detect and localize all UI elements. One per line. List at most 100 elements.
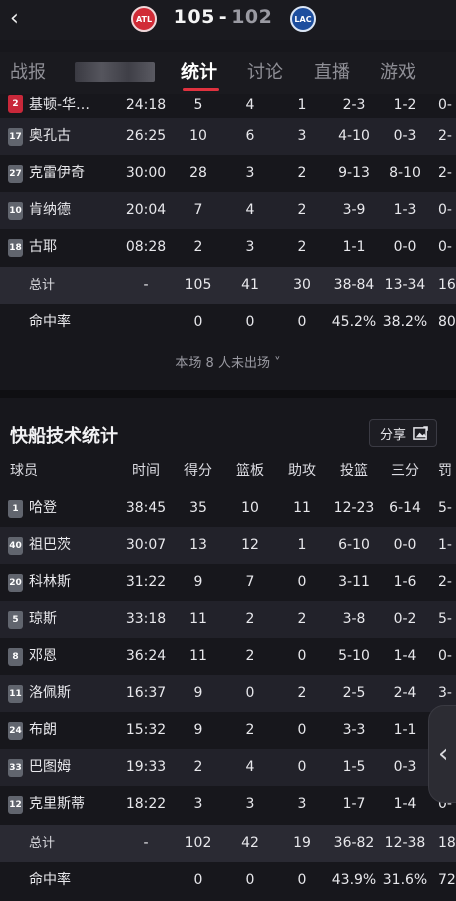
jersey-number: 17 xyxy=(8,128,23,146)
rebounds: 7 xyxy=(245,574,255,590)
player-name: 巴图姆 xyxy=(29,759,71,775)
tab-live[interactable]: 直播 xyxy=(314,58,350,84)
chevron-left-icon: ‹ xyxy=(438,739,449,769)
home-team-logo-text: ATL xyxy=(135,14,153,24)
jersey-number: 24 xyxy=(8,722,23,740)
rebounds: 41 xyxy=(241,277,259,293)
jersey-number: 12 xyxy=(8,796,23,814)
game-score: 105-102 xyxy=(168,6,278,28)
points: 2 xyxy=(193,759,203,775)
rebounds: 42 xyxy=(241,835,259,851)
home-team-logo[interactable]: ATL xyxy=(131,6,157,32)
col-three-pointers[interactable]: 三分 xyxy=(374,453,436,489)
rebounds: 2 xyxy=(245,722,255,738)
percentage-row: 命中率 0 0 0 43.9% 31.6% 72 xyxy=(0,862,456,899)
points: 9 xyxy=(193,685,203,701)
three-pointers: 1-4 xyxy=(393,796,417,812)
rebounds: 4 xyxy=(245,202,255,218)
table-row[interactable]: 40 祖巴茨 30:07 13 12 1 6-10 0-0 1- xyxy=(0,527,456,564)
tab-stats[interactable]: 统计 xyxy=(181,58,217,84)
free-throws: 5- xyxy=(438,500,452,516)
three-pointers: 0-3 xyxy=(393,759,417,775)
percentage-label: 命中率 xyxy=(29,872,71,888)
totals-row: 总计 - 105 41 30 38-84 13-34 16- xyxy=(0,267,456,304)
table-row[interactable]: 8 邓恩 36:24 11 2 0 5-10 1-4 0- xyxy=(0,638,456,675)
home-score: 105 xyxy=(173,6,215,28)
rebounds: 12 xyxy=(241,537,259,553)
three-pointers: 1-4 xyxy=(393,648,417,664)
totals-row: 总计 - 102 42 19 36-82 12-38 18- xyxy=(0,825,456,862)
totals-label: 总计 xyxy=(29,836,56,851)
side-drawer-handle[interactable]: ‹ xyxy=(428,705,456,803)
tab-report[interactable]: 战报 xyxy=(10,58,46,84)
free-throws: 1- xyxy=(438,537,452,553)
three-pointers: 6-14 xyxy=(389,500,421,516)
table-row[interactable]: 24 布朗 15:32 9 2 0 3-3 1-1 2- xyxy=(0,712,456,749)
percentage-label: 命中率 xyxy=(29,314,71,330)
points: 13 xyxy=(189,537,207,553)
table-row[interactable]: 20 科林斯 31:22 9 7 0 3-11 1-6 2- xyxy=(0,564,456,601)
three-pointers: 1-3 xyxy=(393,202,417,218)
back-chevron-icon[interactable]: ‹ xyxy=(10,6,32,32)
table-row[interactable]: 10 肯纳德 20:04 7 4 2 3-9 1-3 0- xyxy=(0,192,456,229)
free-throw-pct: 80 xyxy=(438,314,456,330)
free-throws: 2- xyxy=(438,128,452,144)
col-player: 球员 xyxy=(10,463,38,479)
free-throws: 0- xyxy=(438,239,452,255)
player-name: 琼斯 xyxy=(29,611,57,627)
rebounds: 2 xyxy=(245,648,255,664)
player-name: 洛佩斯 xyxy=(29,685,71,701)
table-row[interactable]: 12 克里斯蒂 18:22 3 3 3 1-7 1-4 0- xyxy=(0,786,456,823)
three-pointers: 12-38 xyxy=(384,835,426,851)
free-throws: 16- xyxy=(438,277,456,293)
rebounds: 3 xyxy=(245,796,255,812)
table-row[interactable]: 11 洛佩斯 16:37 9 0 2 2-5 2-4 3- xyxy=(0,675,456,712)
three-pointers: 0-2 xyxy=(393,611,417,627)
table-row[interactable]: 2 基顿-华… 24:18 5 4 1 2-3 1-2 0- xyxy=(0,95,456,117)
free-throws: 18- xyxy=(438,835,456,851)
table-row[interactable]: 18 古耶 08:28 2 3 2 1-1 0-0 0- xyxy=(0,229,456,266)
points: 0 xyxy=(193,872,203,888)
percentage-row: 命中率 0 0 0 45.2% 38.2% 80 xyxy=(0,304,456,341)
free-throws: 5- xyxy=(438,611,452,627)
table-row[interactable]: 27 克雷伊奇 30:00 28 3 2 9-13 8-10 2- xyxy=(0,155,456,192)
blurred-tab[interactable] xyxy=(75,62,155,82)
col-points[interactable]: 得分 xyxy=(168,453,228,489)
points: 0 xyxy=(193,314,203,330)
top-bar: ‹ ATL 105-102 LAC xyxy=(0,0,456,40)
totals-label: 总计 xyxy=(29,278,56,293)
player-name: 祖巴茨 xyxy=(29,537,71,553)
player-name: 科林斯 xyxy=(29,574,71,590)
col-free-throws[interactable]: 罚 xyxy=(438,453,456,489)
col-rebounds[interactable]: 篮板 xyxy=(220,453,280,489)
away-team-logo[interactable]: LAC xyxy=(290,6,316,32)
points: 11 xyxy=(189,648,207,664)
free-throws: 2- xyxy=(438,165,452,181)
table-row[interactable]: 17 奥孔古 26:25 10 6 3 4-10 0-3 2- xyxy=(0,118,456,155)
points: 2 xyxy=(193,239,203,255)
tab-games[interactable]: 游戏 xyxy=(380,58,416,84)
points: 11 xyxy=(189,611,207,627)
table-row[interactable]: 1 哈登 38:45 35 10 11 12-23 6-14 5- xyxy=(0,490,456,527)
table-header: 球员 时间 得分 篮板 助攻 投篮 三分 罚 xyxy=(0,453,456,489)
three-pointers: 13-34 xyxy=(384,277,426,293)
share-label: 分享 xyxy=(380,428,407,443)
rebounds: 3 xyxy=(245,165,255,181)
three-pointers: 0-3 xyxy=(393,128,417,144)
score-separator: - xyxy=(218,6,228,28)
player-name: 克里斯蒂 xyxy=(29,796,85,812)
tab-discussion[interactable]: 讨论 xyxy=(247,58,283,84)
rebounds: 0 xyxy=(245,872,255,888)
points: 3 xyxy=(193,796,203,812)
table-row[interactable]: 5 琼斯 33:18 11 2 2 3-8 0-2 5- xyxy=(0,601,456,638)
share-button[interactable]: 分享 xyxy=(369,419,437,447)
points: 9 xyxy=(193,574,203,590)
jersey-number: 5 xyxy=(8,611,23,629)
away-team-logo-text: LAC xyxy=(294,14,312,24)
points: 10 xyxy=(189,128,207,144)
table-row[interactable]: 33 巴图姆 19:33 2 4 0 1-5 0-3 0- xyxy=(0,749,456,786)
rebounds: 6 xyxy=(245,128,255,144)
did-not-play-toggle[interactable]: 本场 8 人未出场 ˅ xyxy=(0,342,456,386)
three-pointers: 0-0 xyxy=(393,537,417,553)
three-pointers: 1-1 xyxy=(393,722,417,738)
